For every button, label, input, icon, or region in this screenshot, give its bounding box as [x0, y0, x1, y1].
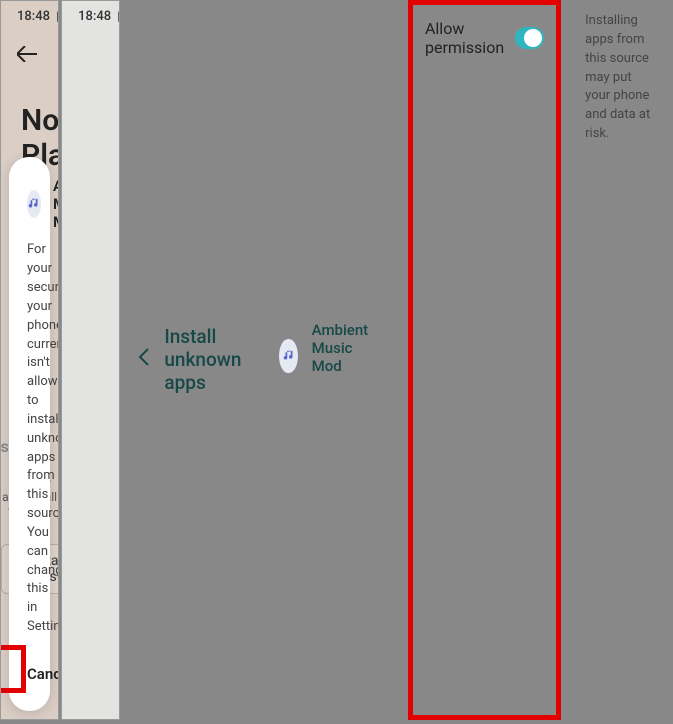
highlight-box-permission: Allow permission	[408, 0, 561, 720]
app-info-row: Ambient Music Mod 2.3.1	[259, 0, 404, 720]
app-icon-circle	[27, 190, 41, 218]
bottom-sheet-body: For your security, your phone currently …	[27, 241, 32, 637]
back-button[interactable]	[1, 31, 58, 79]
status-time: 18:48	[17, 9, 50, 24]
security-bottom-sheet: Ambient Music Mod For your security, you…	[9, 157, 50, 711]
app-name: Ambient Music Mod	[312, 321, 384, 375]
permission-warning-text: Installing apps from this source may put…	[565, 0, 673, 720]
status-time: 18:48	[78, 9, 111, 24]
status-image-icon: ▧	[56, 9, 59, 24]
settings-page-title: Install unknown apps	[164, 325, 241, 394]
permission-toggle[interactable]	[515, 27, 544, 49]
permission-label: Allow permission	[425, 19, 515, 57]
app-version: 2.3.1	[312, 377, 384, 391]
bottom-sheet-title: Ambient Music Mod	[53, 177, 59, 231]
app-icon-circle	[279, 339, 297, 373]
allow-permission-row[interactable]: Allow permission	[413, 5, 556, 71]
sheet-cancel-button[interactable]: Cancel	[27, 655, 59, 693]
phone-screen-left: 18:48 ▧ ◧ 📳 93% Now Playing N	[0, 0, 59, 720]
status-image-icon: ▧	[117, 9, 120, 24]
settings-header: Install unknown apps	[122, 0, 257, 720]
status-bar: 18:48 ▧ ◧ 📳 93%	[1, 1, 58, 31]
status-bar: 18:48 ▧ ◧ 📳 93%	[62, 1, 119, 31]
phone-screen-right: 18:48 ▧ ◧ 📳 93%	[61, 0, 120, 720]
highlight-box-settings	[0, 645, 26, 693]
back-chevron-icon[interactable]	[138, 347, 150, 371]
